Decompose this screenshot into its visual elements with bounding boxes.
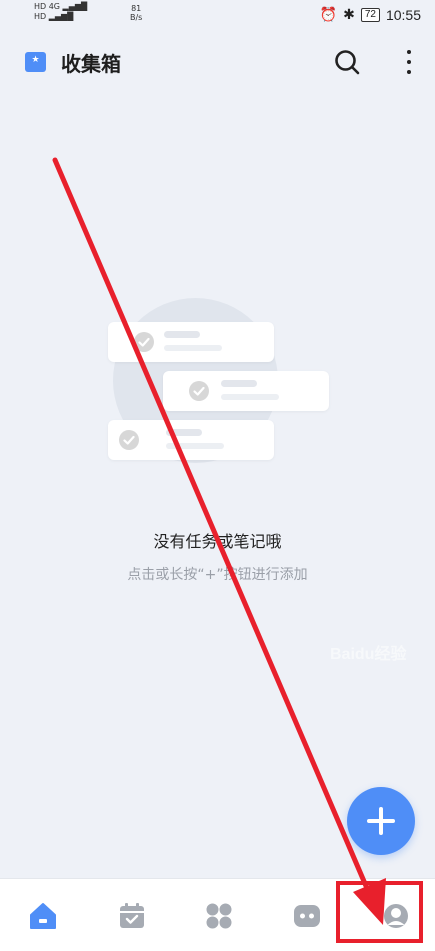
- empty-state-title: 没有任务或笔记哦: [153, 532, 282, 551]
- nav-home[interactable]: [28, 901, 58, 931]
- check-circle-icon: [119, 430, 139, 450]
- illustration-card: [108, 322, 274, 362]
- calendar-check-icon: [120, 903, 144, 928]
- check-circle-icon: [189, 381, 209, 401]
- illustration-card: [163, 371, 329, 411]
- alarm-icon: ⏰: [319, 6, 338, 22]
- empty-illustration: [108, 298, 333, 463]
- nav-apps[interactable]: [204, 901, 234, 931]
- nav-calendar[interactable]: [117, 901, 147, 931]
- apps-grid-icon: [206, 903, 232, 929]
- status-bar: HD 4G ▂▄▆█ HD ▂▄▆█ 81 B/s ⏰ ✱ 72 10:55: [0, 0, 435, 30]
- illustration-card: [108, 420, 274, 460]
- bluetooth-icon: ✱: [343, 6, 355, 22]
- speed-value: 81: [131, 4, 142, 13]
- check-circle-icon: [134, 332, 154, 352]
- search-button[interactable]: [334, 49, 360, 75]
- chat-bubble-icon: [294, 905, 320, 927]
- nav-profile[interactable]: [381, 901, 411, 931]
- battery-indicator: 72: [360, 7, 380, 22]
- inbox-star-icon: ★: [25, 52, 46, 72]
- bottom-nav: [0, 878, 435, 951]
- speed-unit: B/s: [130, 13, 143, 22]
- more-options-button[interactable]: [402, 50, 416, 74]
- status-right: ⏰ ✱ 72 10:55: [320, 6, 421, 23]
- add-button[interactable]: [347, 787, 415, 855]
- home-icon: [30, 903, 56, 929]
- page-title: 收集箱: [61, 52, 121, 76]
- clock: 10:55: [385, 6, 421, 23]
- nav-chat[interactable]: [292, 901, 322, 931]
- network-label: HD 4G: [34, 2, 61, 11]
- more-vertical-icon: [407, 50, 411, 54]
- network-speed: 81 B/s: [130, 4, 142, 22]
- signal-indicators: HD 4G ▂▄▆█ HD ▂▄▆█: [34, 2, 88, 21]
- profile-icon: [384, 904, 408, 928]
- search-icon: [335, 50, 360, 75]
- watermark: Baidu经验: [330, 646, 407, 663]
- app-header: ★ 收集箱: [0, 34, 435, 90]
- empty-state-hint: 点击或长按“+”按钮进行添加: [127, 567, 308, 583]
